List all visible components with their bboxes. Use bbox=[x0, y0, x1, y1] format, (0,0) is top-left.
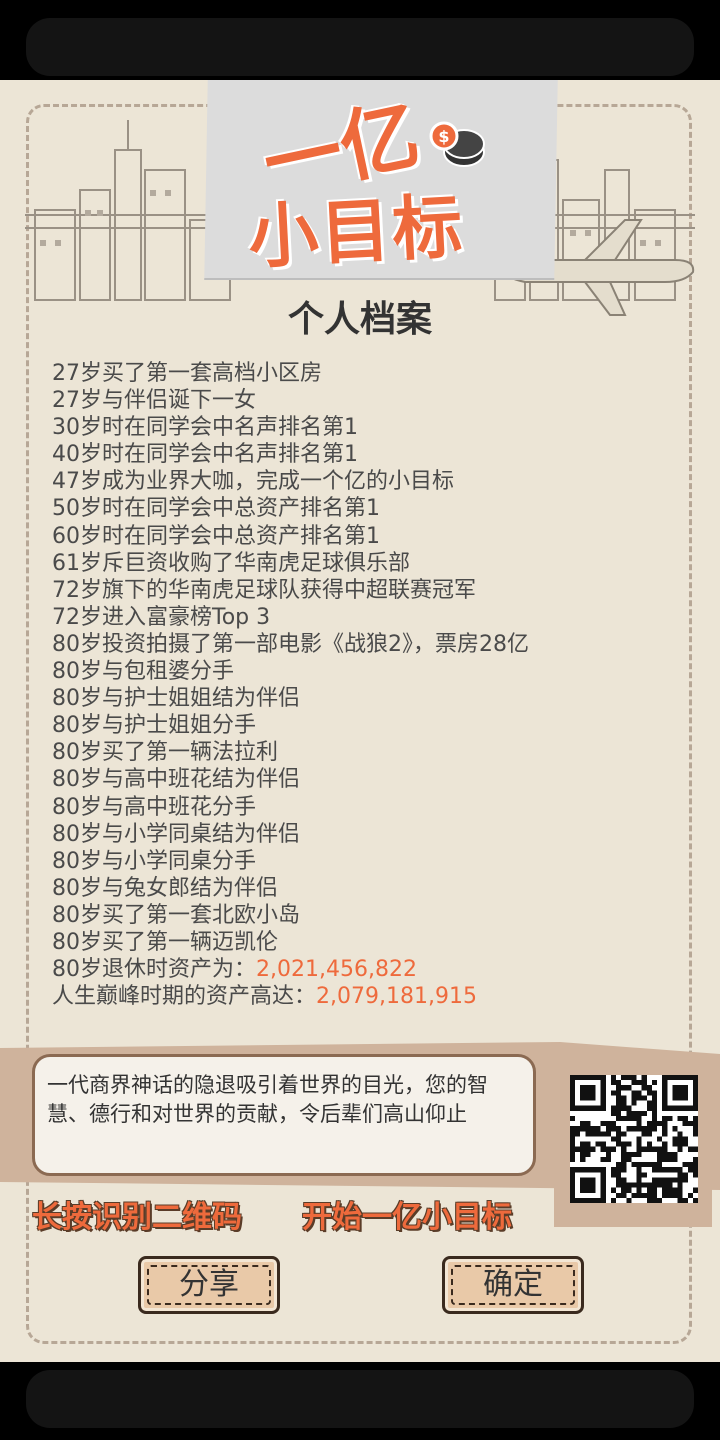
retire-assets-value: 2,021,456,822 bbox=[256, 957, 417, 983]
record-item: 27岁与伴侣诞下一女 bbox=[52, 388, 256, 414]
start-hint-text: 开始一亿小目标 bbox=[302, 1200, 512, 1235]
record-item: 40岁时在同学会中名声排名第1 bbox=[52, 442, 358, 468]
top-bezel bbox=[0, 0, 720, 80]
record-item: 80岁买了第一辆法拉利 bbox=[52, 740, 278, 766]
record-item: 80岁与高中班花分手 bbox=[52, 794, 256, 820]
epitaph-message: 一代商界神话的隐退吸引着世界的目光，您的智慧、德行和对世界的贡献，令后辈们高山仰… bbox=[32, 1054, 536, 1176]
record-item: 72岁进入富豪榜Top 3 bbox=[52, 604, 271, 630]
record-item: 30岁时在同学会中名声排名第1 bbox=[52, 415, 358, 441]
share-button[interactable]: 分享 bbox=[138, 1256, 280, 1314]
qr-code[interactable] bbox=[570, 1075, 698, 1203]
retire-assets-line: 80岁退休时资产为：2,021,456,822 bbox=[52, 956, 692, 983]
record-item: 80岁与小学同桌分手 bbox=[52, 848, 256, 874]
record-item: 80岁买了第一套北欧小岛 bbox=[52, 902, 300, 928]
record-item: 47岁成为业界大咖，完成一个亿的小目标 bbox=[52, 469, 454, 495]
retire-assets-label: 80岁退休时资产为： bbox=[52, 957, 256, 983]
peak-assets-line: 人生巅峰时期的资产高达：2,079,181,915 bbox=[52, 983, 692, 1010]
record-item: 80岁投资拍摄了第一部电影《战狼2》，票房28亿 bbox=[52, 631, 529, 657]
record-item: 61岁斥巨资收购了华南虎足球俱乐部 bbox=[52, 550, 410, 576]
record-item: 80岁与小学同桌结为伴侣 bbox=[52, 821, 300, 847]
record-item: 80岁与包租婆分手 bbox=[52, 659, 234, 685]
record-item: 80岁与护士姐姐结为伴侣 bbox=[52, 686, 300, 712]
qr-code-panel[interactable] bbox=[554, 1065, 712, 1227]
record-item: 80岁与高中班花结为伴侣 bbox=[52, 767, 300, 793]
coin-stack-icon: $ bbox=[429, 121, 485, 167]
confirm-button[interactable]: 确定 bbox=[442, 1256, 584, 1314]
record-item: 80岁买了第一辆迈凯伦 bbox=[52, 929, 278, 955]
svg-text:$: $ bbox=[438, 127, 449, 146]
record-item: 72岁旗下的华南虎足球队获得中超联赛冠军 bbox=[52, 577, 476, 603]
life-record-list: 27岁买了第一套高档小区房 27岁与伴侣诞下一女 30岁时在同学会中名声排名第1… bbox=[52, 360, 692, 1010]
page-title: 个人档案 bbox=[287, 299, 432, 340]
peak-assets-value: 2,079,181,915 bbox=[316, 984, 477, 1010]
record-item: 60岁时在同学会中总资产排名第1 bbox=[52, 523, 380, 549]
qr-hint-text: 长按识别二维码 bbox=[32, 1200, 242, 1235]
logo-line-2: 小目标 bbox=[246, 185, 467, 279]
peak-assets-label: 人生巅峰时期的资产高达： bbox=[52, 984, 317, 1010]
bottom-bezel bbox=[0, 1362, 720, 1440]
record-item: 50岁时在同学会中总资产排名第1 bbox=[52, 496, 380, 522]
record-item: 80岁与兔女郎结为伴侣 bbox=[52, 875, 278, 901]
record-item: 27岁买了第一套高档小区房 bbox=[52, 361, 322, 386]
profile-card: 一亿 $ 小目标 个人档案 27岁买了第一套高档小区房 27岁与伴侣诞下一女 3… bbox=[0, 80, 720, 1362]
record-item: 80岁与护士姐姐分手 bbox=[52, 713, 256, 739]
